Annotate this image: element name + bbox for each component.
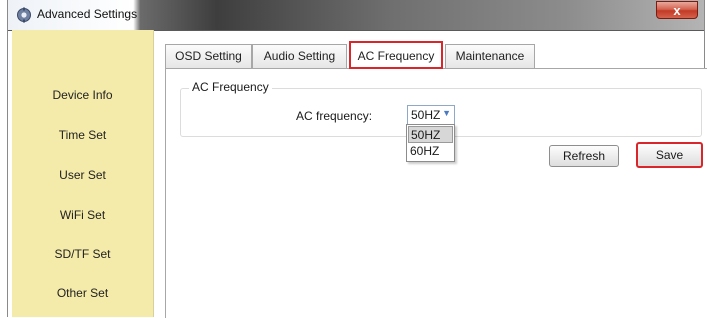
group-title: AC Frequency bbox=[189, 80, 272, 94]
ac-frequency-dropdown: 50HZ 60HZ bbox=[406, 124, 455, 162]
ac-frequency-value: 50HZ bbox=[411, 108, 441, 122]
title-bar[interactable]: Advanced Settings x bbox=[8, 0, 704, 31]
option-60hz[interactable]: 60HZ bbox=[408, 143, 453, 160]
sidebar-item-user-set[interactable]: User Set bbox=[12, 168, 153, 182]
save-button[interactable]: Save bbox=[636, 142, 703, 168]
ac-frequency-select[interactable]: 50HZ ▼ bbox=[407, 105, 455, 125]
close-icon: x bbox=[673, 3, 681, 18]
sidebar-item-sd-tf-set[interactable]: SD/TF Set bbox=[12, 247, 153, 261]
option-50hz[interactable]: 50HZ bbox=[408, 126, 453, 143]
sidebar-item-device-info[interactable]: Device Info bbox=[12, 88, 153, 102]
chevron-down-icon[interactable]: ▼ bbox=[442, 108, 451, 118]
sidebar: Device Info Time Set User Set WiFi Set S… bbox=[12, 30, 154, 317]
ac-frequency-panel: AC Frequency AC frequency: 50HZ ▼ 50HZ 6… bbox=[165, 68, 707, 318]
ac-frequency-label: AC frequency: bbox=[296, 109, 373, 123]
settings-app-icon bbox=[17, 7, 31, 23]
tab-ac-frequency[interactable]: AC Frequency bbox=[349, 41, 443, 69]
tab-osd-setting[interactable]: OSD Setting bbox=[165, 44, 252, 68]
window-title: Advanced Settings bbox=[37, 7, 138, 21]
sidebar-item-other-set[interactable]: Other Set bbox=[12, 286, 153, 300]
sidebar-item-time-set[interactable]: Time Set bbox=[12, 128, 153, 142]
refresh-button[interactable]: Refresh bbox=[549, 145, 619, 167]
sidebar-item-wifi-set[interactable]: WiFi Set bbox=[12, 208, 153, 222]
tab-maintenance[interactable]: Maintenance bbox=[445, 44, 535, 68]
advanced-settings-window: Advanced Settings x Device Info Time Set… bbox=[7, 0, 707, 318]
close-button[interactable]: x bbox=[656, 1, 698, 19]
tab-audio-setting[interactable]: Audio Setting bbox=[252, 44, 347, 68]
